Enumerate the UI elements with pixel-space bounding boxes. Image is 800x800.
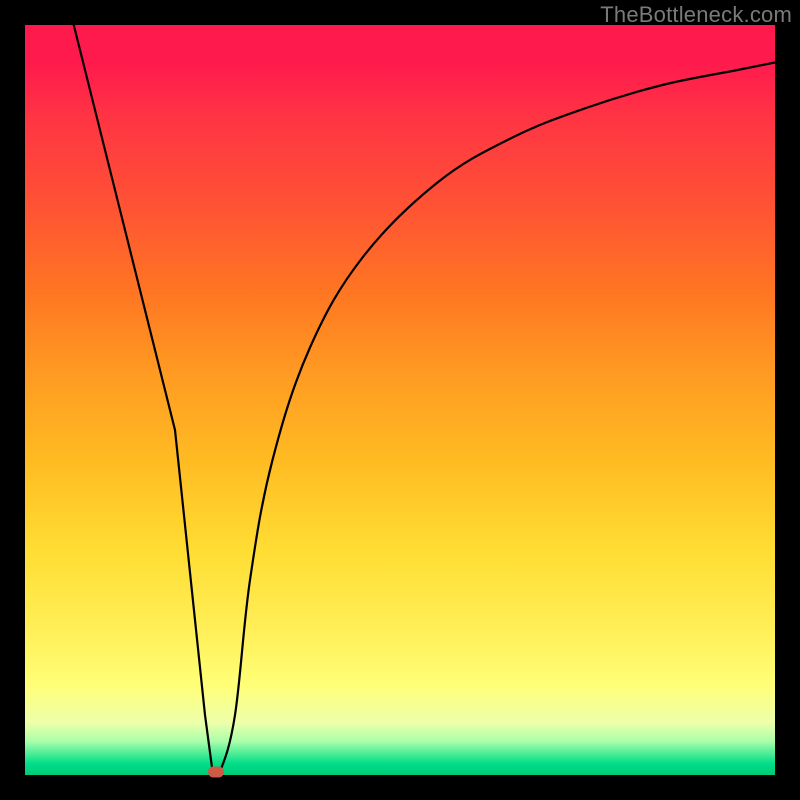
watermark-text: TheBottleneck.com	[600, 2, 792, 28]
optimal-point-marker	[208, 767, 224, 778]
chart-frame: TheBottleneck.com	[0, 0, 800, 800]
bottleneck-curve	[25, 25, 775, 775]
